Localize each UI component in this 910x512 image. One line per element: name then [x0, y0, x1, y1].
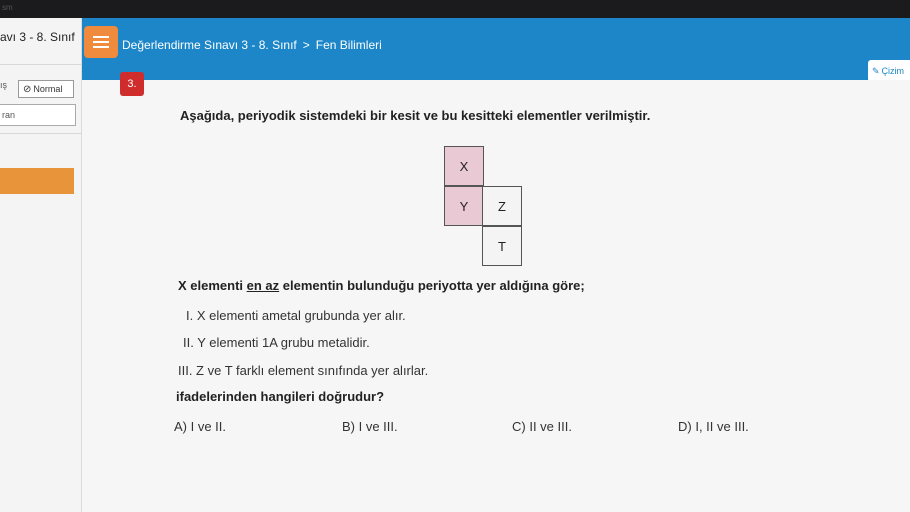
question-number-badge: 3. — [120, 72, 144, 96]
finish-button[interactable] — [0, 168, 74, 194]
element-cell-t: T — [482, 226, 522, 266]
statement-1: I. X elementi ametal grubunda yer alır. — [186, 308, 406, 323]
element-label: Z — [498, 198, 506, 214]
mode-prev-label: ış — [0, 80, 8, 90]
hamburger-icon — [93, 46, 109, 48]
element-cell-x: X — [444, 146, 484, 186]
draw-button[interactable]: ✎ Çizim — [868, 60, 910, 82]
choice-b[interactable]: B) I ve III. — [342, 419, 398, 434]
pencil-icon: ✎ — [872, 65, 880, 76]
menu-button[interactable] — [84, 26, 118, 58]
top-header: Değerlendirme Sınavı 3 - 8. Sınıf > Fen … — [82, 18, 910, 82]
bezel-text: sm — [2, 3, 13, 12]
mode-label: Normal — [33, 84, 63, 94]
breadcrumb: Değerlendirme Sınavı 3 - 8. Sınıf > Fen … — [122, 38, 382, 52]
condition-underlined: en az — [246, 278, 280, 293]
element-label: Y — [459, 198, 469, 214]
question-area: 3. Aşağıda, periyodik sistemdeki bir kes… — [82, 72, 910, 512]
element-cell-z: Z — [482, 186, 522, 226]
search-input[interactable]: ran — [0, 104, 76, 126]
choice-d[interactable]: D) I, II ve III. — [678, 419, 749, 434]
hamburger-icon — [93, 36, 109, 38]
statement-3: III. Z ve T farklı element sınıfında yer… — [178, 363, 429, 378]
question-ask: ifadelerinden hangileri doğrudur? — [176, 389, 385, 404]
hamburger-icon — [93, 41, 109, 43]
question-stem: Aşağıda, periyodik sistemdeki bir kesit … — [180, 108, 651, 123]
left-panel: avı 3 - 8. Sınıf ış ⊘ Normal ran — [0, 18, 82, 512]
element-cell-y: Y — [444, 186, 484, 226]
element-label: X — [459, 158, 469, 174]
exam-title: avı 3 - 8. Sınıf — [0, 30, 75, 44]
question-condition: X elementi en az elementin bulunduğu per… — [178, 278, 585, 293]
breadcrumb-exam[interactable]: Değerlendirme Sınavı 3 - 8. Sınıf — [122, 38, 297, 52]
screen-bezel: sm — [0, 0, 910, 18]
draw-label: Çizim — [881, 66, 905, 76]
statement-2: II. Y elementi 1A grubu metalidir. — [183, 335, 370, 350]
breadcrumb-subject[interactable]: Fen Bilimleri — [316, 38, 382, 52]
choice-c[interactable]: C) II ve III. — [512, 419, 572, 434]
chevron-right-icon: > — [302, 38, 310, 52]
normal-mode-icon: ⊘ — [23, 83, 32, 95]
condition-part-2: elementin bulunduğu periyotta yer aldığı… — [279, 278, 585, 293]
left-divider-2 — [0, 133, 82, 134]
condition-part-1: X elementi — [178, 278, 247, 293]
mode-select[interactable]: ⊘ Normal — [18, 80, 74, 98]
left-divider — [0, 64, 82, 65]
choice-a[interactable]: A) I ve II. — [174, 419, 226, 434]
element-label: T — [498, 238, 506, 254]
